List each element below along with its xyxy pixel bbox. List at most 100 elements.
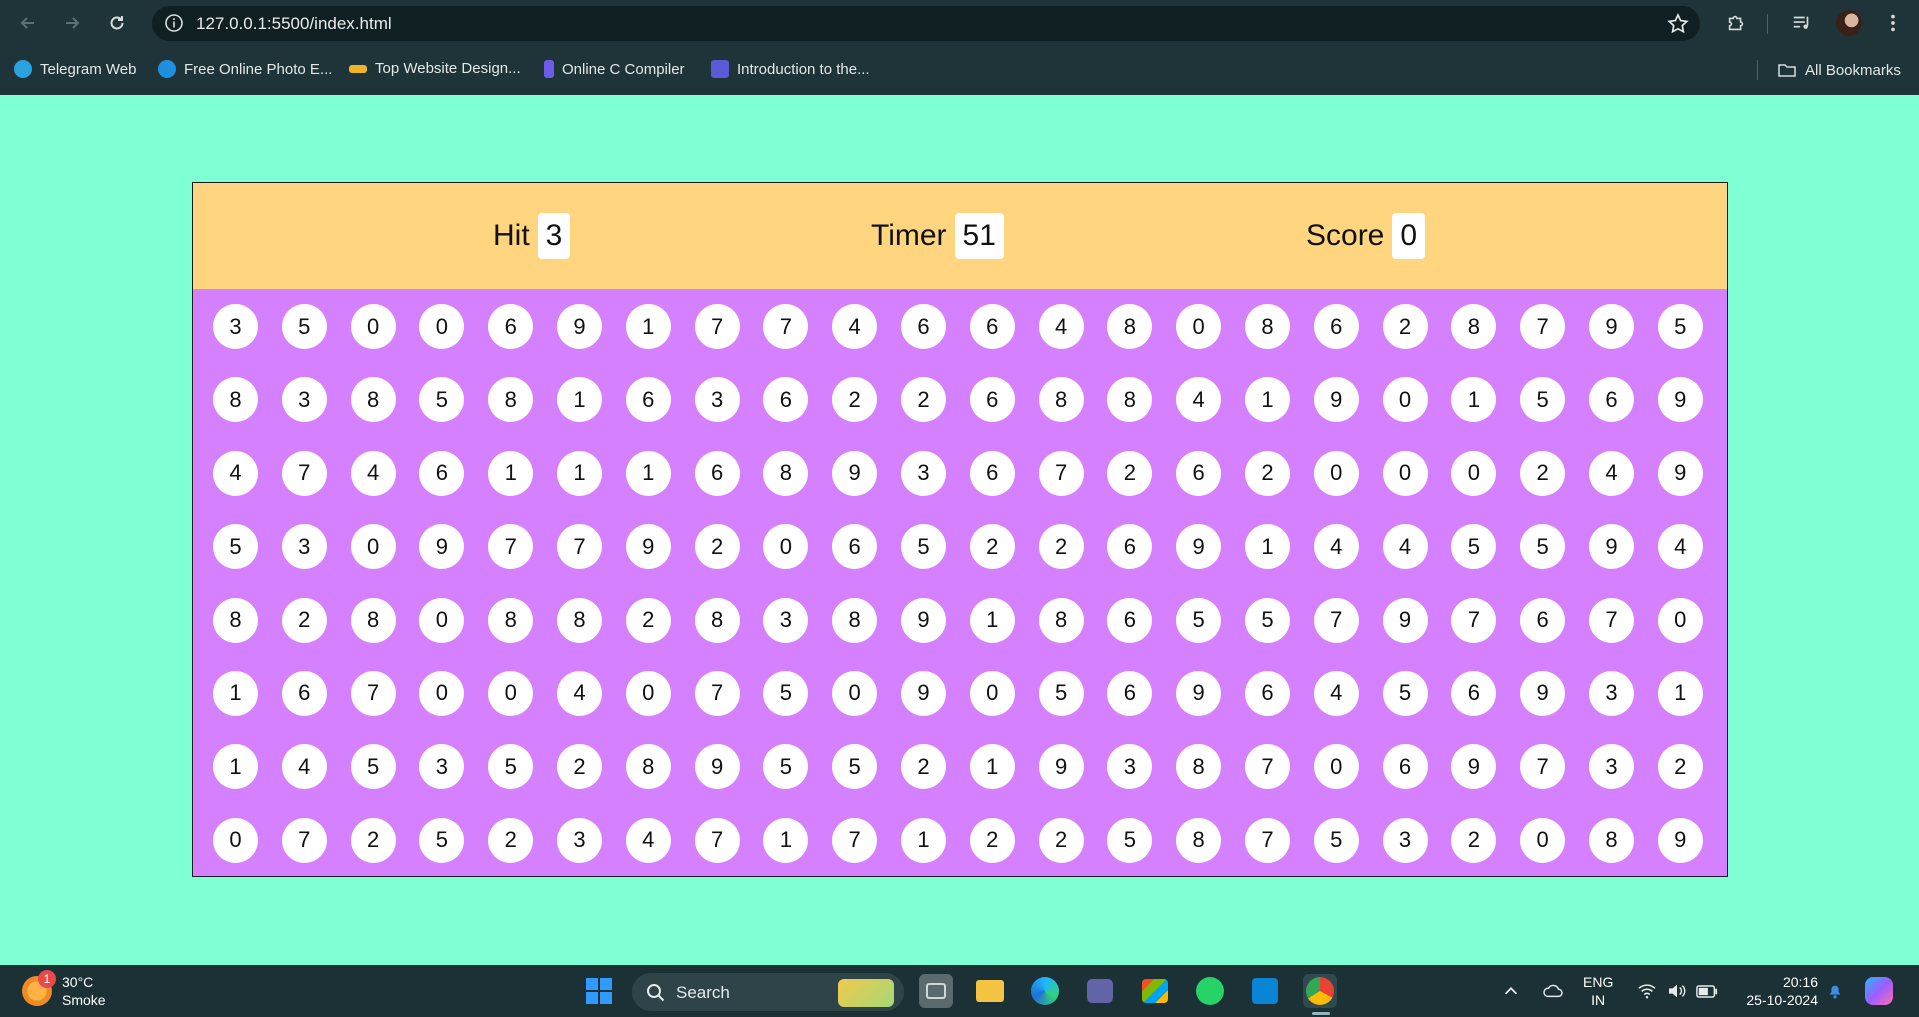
media-control-button[interactable] — [1789, 10, 1815, 36]
all-bookmarks-button[interactable]: All Bookmarks — [1777, 60, 1901, 80]
bubble[interactable]: 8 — [213, 597, 258, 643]
bubble[interactable]: 7 — [488, 524, 534, 570]
bubble[interactable]: 5 — [1176, 597, 1222, 643]
bookmark-telegram[interactable]: Telegram Web — [14, 60, 136, 78]
bubble[interactable]: 8 — [350, 377, 396, 423]
bubble[interactable]: 8 — [1244, 304, 1290, 349]
bubble[interactable]: 3 — [213, 304, 258, 349]
bubble[interactable]: 0 — [1657, 597, 1703, 643]
bubble[interactable]: 4 — [213, 450, 258, 496]
bubble[interactable]: 0 — [1382, 377, 1428, 423]
bubble[interactable]: 8 — [488, 597, 534, 643]
bubble[interactable]: 1 — [969, 597, 1015, 643]
bubble[interactable]: 0 — [832, 670, 878, 716]
bubble[interactable]: 0 — [1520, 817, 1566, 863]
bubble[interactable]: 3 — [281, 524, 327, 570]
bubble[interactable]: 5 — [763, 744, 809, 790]
bookmark-photo-editor[interactable]: Free Online Photo E... — [158, 60, 332, 78]
bubble[interactable]: 8 — [1176, 744, 1222, 790]
bubble[interactable]: 8 — [763, 450, 809, 496]
bubble[interactable]: 0 — [969, 670, 1015, 716]
bubble[interactable]: 8 — [1107, 304, 1153, 349]
bubble[interactable]: 2 — [1657, 744, 1703, 790]
reload-button[interactable] — [103, 9, 131, 37]
bubble[interactable]: 5 — [1313, 817, 1359, 863]
bubble[interactable]: 1 — [1244, 377, 1290, 423]
bubble[interactable]: 7 — [1588, 597, 1634, 643]
bubble[interactable]: 3 — [556, 817, 602, 863]
bubble[interactable]: 9 — [1451, 744, 1497, 790]
bookmark-c-compiler[interactable]: Online C Compiler — [544, 60, 685, 78]
bubble[interactable]: 4 — [625, 817, 671, 863]
bubble[interactable]: 7 — [1313, 597, 1359, 643]
bubble[interactable]: 6 — [832, 524, 878, 570]
bubble[interactable]: 1 — [213, 744, 258, 790]
task-view-button[interactable] — [919, 974, 953, 1008]
bubble[interactable]: 6 — [900, 304, 946, 349]
bubble[interactable]: 6 — [625, 377, 671, 423]
bubble[interactable]: 5 — [832, 744, 878, 790]
extensions-button[interactable] — [1723, 10, 1749, 36]
bubble[interactable]: 0 — [763, 524, 809, 570]
bubble[interactable]: 1 — [763, 817, 809, 863]
bubble[interactable]: 6 — [1451, 670, 1497, 716]
bubble[interactable]: 0 — [1313, 744, 1359, 790]
bubble[interactable]: 2 — [625, 597, 671, 643]
bubble[interactable]: 0 — [213, 817, 258, 863]
vscode-button[interactable] — [1248, 974, 1282, 1008]
bubble[interactable]: 5 — [1657, 304, 1703, 349]
bubble[interactable]: 0 — [419, 670, 465, 716]
bubble[interactable]: 9 — [900, 670, 946, 716]
bubble[interactable]: 6 — [1176, 450, 1222, 496]
bubble[interactable]: 4 — [1038, 304, 1084, 349]
bubble[interactable]: 0 — [419, 597, 465, 643]
bubble[interactable]: 7 — [1520, 744, 1566, 790]
bubble[interactable]: 4 — [1588, 450, 1634, 496]
bubble[interactable]: 1 — [969, 744, 1015, 790]
bubble[interactable]: 9 — [625, 524, 671, 570]
bookmark-introduction[interactable]: Introduction to the... — [711, 60, 870, 78]
bubble[interactable]: 7 — [694, 817, 740, 863]
bubble[interactable]: 4 — [832, 304, 878, 349]
bubble[interactable]: 6 — [488, 304, 534, 349]
bubble[interactable]: 2 — [350, 817, 396, 863]
bubble[interactable]: 5 — [763, 670, 809, 716]
bubble[interactable]: 4 — [350, 450, 396, 496]
bubble[interactable]: 0 — [625, 670, 671, 716]
bubble[interactable]: 5 — [419, 817, 465, 863]
bubble[interactable]: 2 — [1244, 450, 1290, 496]
bubble[interactable]: 2 — [832, 377, 878, 423]
bubble[interactable]: 1 — [1657, 670, 1703, 716]
url-text[interactable]: 127.0.0.1:5500/index.html — [196, 14, 392, 34]
bubble[interactable]: 8 — [1451, 304, 1497, 349]
bubble[interactable]: 6 — [1107, 597, 1153, 643]
bubble[interactable]: 9 — [900, 597, 946, 643]
bubble[interactable]: 3 — [900, 450, 946, 496]
bubble[interactable]: 9 — [1588, 524, 1634, 570]
taskbar-search[interactable]: Search — [632, 973, 904, 1011]
bubble[interactable]: 9 — [1588, 304, 1634, 349]
bubble[interactable]: 7 — [694, 304, 740, 349]
bubble[interactable]: 9 — [1382, 597, 1428, 643]
bubble[interactable]: 3 — [694, 377, 740, 423]
bubble[interactable]: 3 — [1588, 744, 1634, 790]
bubble[interactable]: 5 — [900, 524, 946, 570]
bubble[interactable]: 0 — [488, 670, 534, 716]
bubble[interactable]: 8 — [1038, 377, 1084, 423]
bubble[interactable]: 0 — [1451, 450, 1497, 496]
bubble[interactable]: 1 — [213, 670, 258, 716]
chrome-button[interactable] — [1303, 974, 1337, 1008]
bubble[interactable]: 2 — [900, 744, 946, 790]
bubble[interactable]: 2 — [900, 377, 946, 423]
bubble[interactable]: 6 — [969, 450, 1015, 496]
bubble[interactable]: 7 — [763, 304, 809, 349]
bubble[interactable]: 1 — [625, 304, 671, 349]
bubble[interactable]: 1 — [1244, 524, 1290, 570]
start-button[interactable] — [582, 974, 616, 1008]
bubble[interactable]: 1 — [1451, 377, 1497, 423]
notifications-button[interactable] — [1818, 974, 1852, 1008]
profile-avatar[interactable] — [1836, 10, 1862, 36]
bubble[interactable]: 2 — [1107, 450, 1153, 496]
bubble[interactable]: 6 — [1244, 670, 1290, 716]
teams-button[interactable] — [1083, 974, 1117, 1008]
